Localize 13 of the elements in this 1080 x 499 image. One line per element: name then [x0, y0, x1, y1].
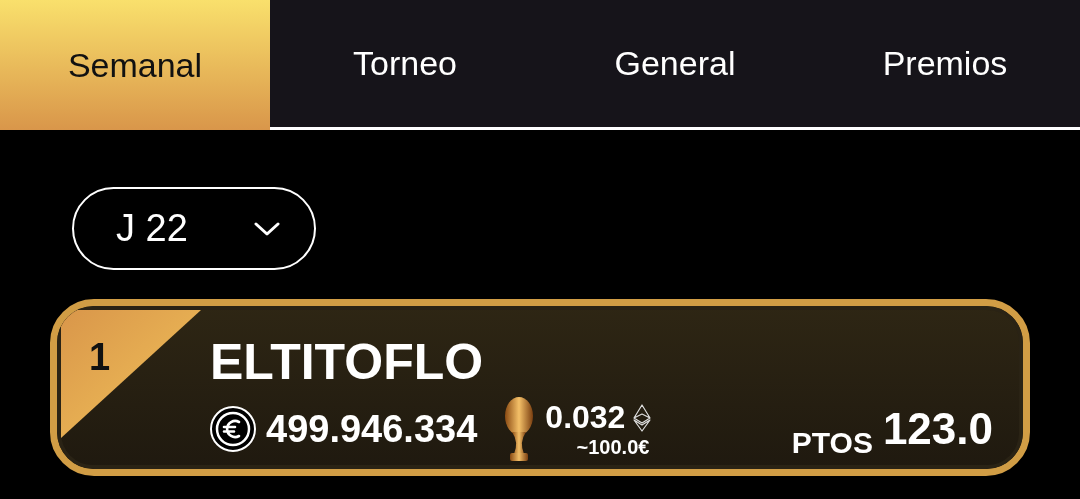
player-name: ELTITOFLO [210, 334, 485, 390]
chevron-down-icon [254, 220, 280, 237]
prize-amount: 0.032 [545, 399, 626, 436]
points-label: PTOS [791, 426, 873, 460]
ethereum-icon [633, 403, 652, 432]
trophy-icon [503, 396, 536, 462]
euro-coin-icon [210, 406, 256, 452]
rank-number: 1 [89, 336, 111, 379]
points-value: 123.0 [882, 404, 993, 454]
tab[interactable]: Semanal [0, 0, 270, 130]
round-dropdown[interactable]: J 22 [72, 187, 316, 270]
coin-balance: 499.946.334 [266, 407, 478, 451]
prize-euro-value: ~100.0€ [576, 436, 650, 459]
